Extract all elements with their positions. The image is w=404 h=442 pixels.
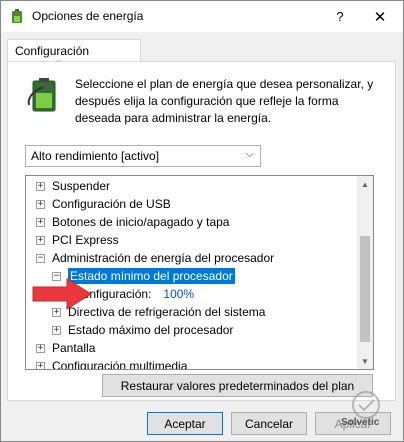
window-title: Opciones de energía bbox=[32, 9, 144, 23]
cancel-button[interactable]: Cancelar bbox=[231, 412, 307, 435]
settings-tree[interactable]: + Suspender + Configuración de USB + Bot… bbox=[25, 175, 374, 370]
tree-item-label: Directiva de refrigeración del sistema bbox=[68, 305, 266, 319]
title-bar: Opciones de energía ? ✕ bbox=[1, 1, 403, 32]
expand-icon[interactable]: + bbox=[36, 181, 45, 191]
tree-item-processor-power[interactable]: − Administración de energía del procesad… bbox=[36, 249, 274, 267]
tree-item-max-processor-state[interactable]: + Estado máximo del procesador bbox=[52, 321, 233, 339]
close-button[interactable]: ✕ bbox=[357, 1, 403, 32]
power-options-window: Opciones de energía ? ✕ Configuración av… bbox=[0, 0, 404, 442]
power-options-icon bbox=[12, 9, 22, 23]
tree-item-multimedia[interactable]: + Configuración multimedia bbox=[36, 357, 188, 370]
tree-item-suspender[interactable]: + Suspender bbox=[36, 177, 110, 195]
tree-item-label: Botones de inicio/apagado y tapa bbox=[52, 215, 230, 229]
setting-value-link[interactable]: 100% bbox=[163, 287, 194, 301]
watermark-logo-icon bbox=[352, 391, 380, 419]
collapse-icon[interactable]: − bbox=[36, 253, 45, 263]
expand-icon[interactable]: + bbox=[36, 217, 45, 227]
expand-icon[interactable]: + bbox=[36, 361, 45, 369]
expand-icon[interactable]: + bbox=[36, 343, 45, 353]
tree-item-label-selected: Estado mínimo del procesador bbox=[68, 268, 235, 284]
tree-item-label: Pantalla bbox=[52, 341, 96, 355]
tree-item-label: Configuración de USB bbox=[52, 197, 171, 211]
tree-item-label: PCI Express bbox=[52, 233, 119, 247]
tree-item-label: Administración de energía del procesador bbox=[52, 251, 275, 265]
scrollbar-thumb[interactable] bbox=[360, 236, 370, 342]
power-plan-select-value: Alto rendimiento [activo] bbox=[31, 149, 160, 163]
ok-button[interactable]: Aceptar bbox=[147, 412, 223, 435]
tab-advanced-settings[interactable]: Configuración avanzada bbox=[7, 39, 141, 72]
expand-icon[interactable]: + bbox=[36, 199, 45, 209]
expand-icon[interactable]: + bbox=[52, 325, 61, 335]
tree-item-label: Estado máximo del procesador bbox=[68, 323, 234, 337]
watermark-text: Solvetic bbox=[341, 417, 380, 428]
power-plan-select[interactable]: Alto rendimiento [activo] ⌵ bbox=[25, 145, 261, 167]
expand-icon[interactable]: + bbox=[36, 235, 45, 245]
tree-item-label: Suspender bbox=[52, 179, 111, 193]
vertical-scrollbar[interactable]: ▲ ▼ bbox=[357, 176, 373, 369]
tree-item-label: Configuración multimedia bbox=[52, 359, 188, 370]
chevron-down-icon[interactable]: ⌵ bbox=[246, 148, 254, 161]
scroll-down-icon[interactable]: ▼ bbox=[357, 353, 373, 369]
red-arrow-annotation-icon bbox=[32, 278, 92, 310]
plan-description: Seleccione el plan de energía que desea … bbox=[75, 77, 374, 125]
tree-item-power-buttons[interactable]: + Botones de inicio/apagado y tapa bbox=[36, 213, 229, 231]
tree-item-display[interactable]: + Pantalla bbox=[36, 339, 95, 357]
tree-item-usb[interactable]: + Configuración de USB bbox=[36, 195, 171, 213]
tree-item-pci-express[interactable]: + PCI Express bbox=[36, 231, 119, 249]
scroll-up-icon[interactable]: ▲ bbox=[357, 176, 373, 192]
battery-plug-icon bbox=[27, 78, 56, 112]
